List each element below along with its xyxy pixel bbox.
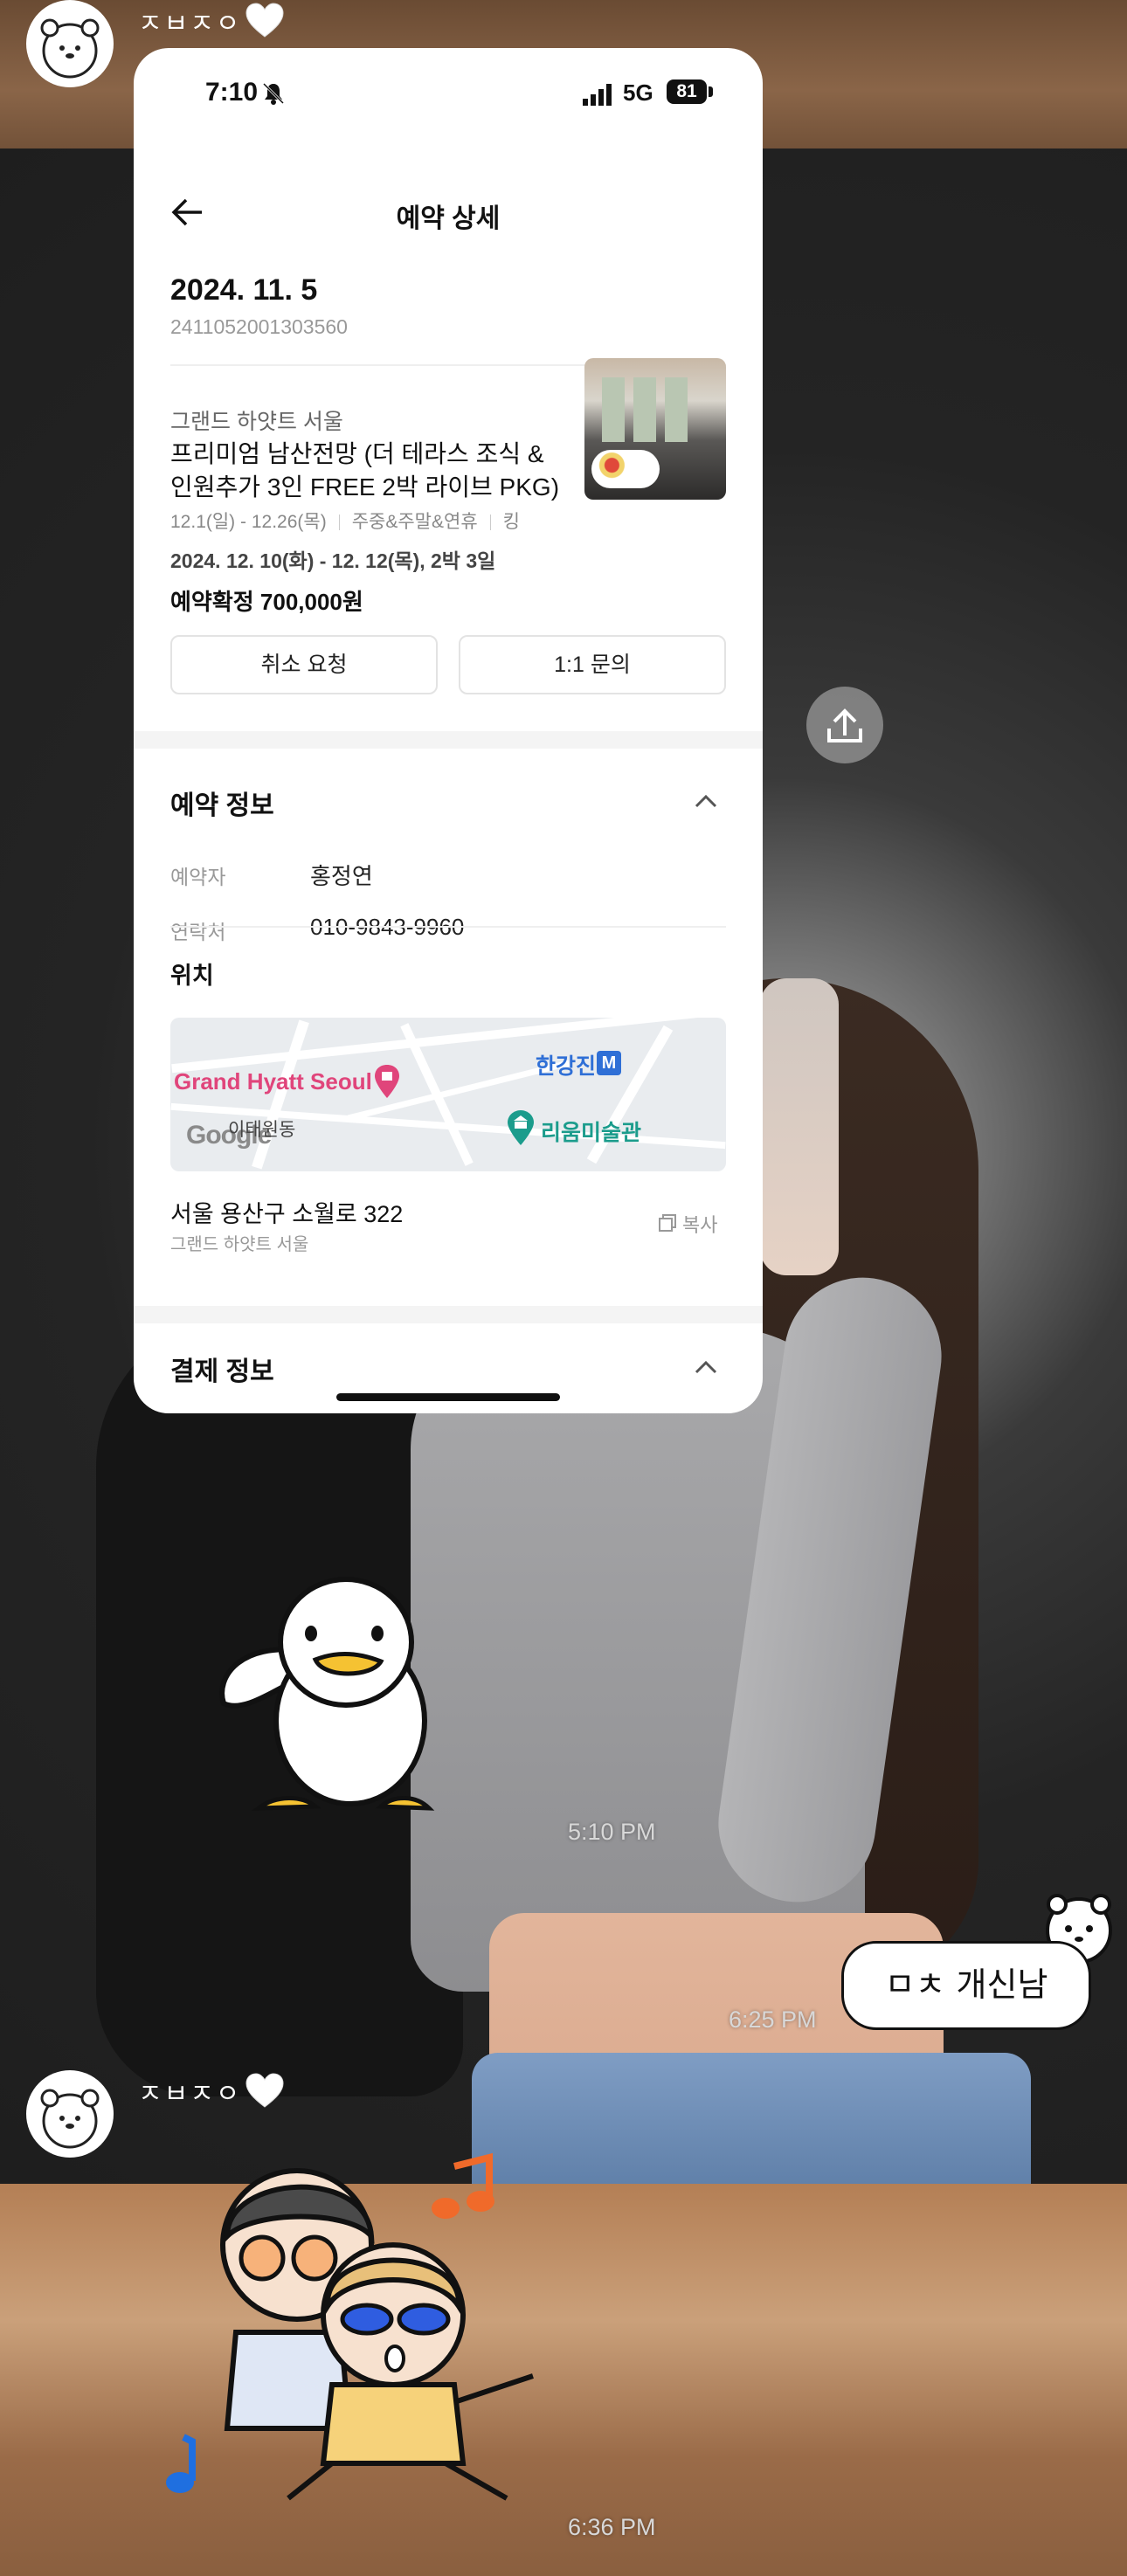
order-number: 2411052001303560 bbox=[170, 315, 348, 338]
battery-tip bbox=[709, 86, 713, 97]
section-gap bbox=[134, 1306, 763, 1323]
location-title: 위치 bbox=[170, 963, 214, 989]
home-indicator bbox=[336, 1393, 560, 1401]
contact-label: 연락처 bbox=[170, 921, 226, 943]
package-meta: 12.1(일) - 12.26(목) 주중&주말&연휴 킹 bbox=[170, 508, 520, 534]
map-museum-label: 리움미술관 bbox=[541, 1121, 642, 1145]
message-time: 6:25 PM bbox=[729, 2006, 817, 2033]
share-icon bbox=[827, 708, 862, 742]
bear-avatar-icon bbox=[40, 2089, 100, 2149]
divider bbox=[170, 926, 726, 928]
location-map[interactable]: Grand Hyatt Seoul 한강진 M 리움미술관 Google 이태원… bbox=[170, 1018, 726, 1171]
room-type: 킹 bbox=[502, 512, 520, 532]
booker-label: 예약자 bbox=[170, 866, 226, 888]
cancel-request-button[interactable]: 취소 요청 bbox=[170, 635, 438, 694]
nav-bar: 예약 상세 bbox=[134, 179, 763, 249]
chevron-up-icon[interactable] bbox=[693, 1358, 719, 1376]
page-title: 예약 상세 bbox=[396, 204, 501, 233]
duck-sticker[interactable] bbox=[206, 1572, 460, 1826]
copy-button[interactable]: 복사 bbox=[682, 1210, 717, 1238]
share-button[interactable] bbox=[806, 687, 883, 763]
hotel-name: 그랜드 하얏트 서울 bbox=[170, 410, 343, 434]
hotel-address-sub: 그랜드 하얏트 서울 bbox=[170, 1235, 309, 1254]
metro-badge-icon: M bbox=[597, 1051, 621, 1075]
section-gap bbox=[134, 731, 763, 749]
sale-period: 12.1(일) - 12.26(목) bbox=[170, 512, 327, 532]
hotel-thumbnail[interactable] bbox=[584, 358, 726, 500]
hotel-address: 서울 용산구 소월로 322 bbox=[170, 1201, 404, 1227]
map-district-label: 이태원동 bbox=[228, 1120, 296, 1140]
signal-icon bbox=[583, 84, 612, 106]
white-heart-icon bbox=[245, 3, 284, 38]
network-type: 5G bbox=[623, 79, 653, 106]
white-heart-icon bbox=[245, 2073, 284, 2108]
sender-avatar[interactable] bbox=[26, 0, 114, 87]
photo-phone-hand bbox=[760, 978, 839, 1275]
booking-info-title: 예약 정보 bbox=[170, 791, 274, 820]
map-pin-icon bbox=[375, 1065, 399, 1098]
sender-name: ㅈㅂㅈㅇ bbox=[138, 9, 242, 39]
message-time: 6:36 PM bbox=[568, 2514, 656, 2540]
booking-date: 2024. 11. 5 bbox=[170, 273, 318, 307]
sender-avatar[interactable] bbox=[26, 2070, 114, 2158]
sender-name: ㅈㅂㅈㅇ bbox=[138, 2079, 242, 2110]
bear-avatar-icon bbox=[40, 18, 100, 79]
dancing-couple-sticker[interactable] bbox=[157, 2140, 559, 2507]
shared-image-screenshot[interactable]: 7:10 5G 81 예약 상세 2024. 11. 5 24110520013… bbox=[134, 48, 763, 1413]
sticker-text-bubble[interactable]: ㅁㅊ 개신남 bbox=[841, 1941, 1091, 2030]
status-clock: 7:10 bbox=[205, 78, 259, 107]
battery-level: 81 bbox=[667, 79, 707, 104]
museum-pin-icon bbox=[508, 1110, 534, 1145]
status-bar: 7:10 5G 81 bbox=[134, 48, 763, 144]
map-hotel-label: Grand Hyatt Seoul bbox=[174, 1068, 372, 1095]
payment-info-title: 결제 정보 bbox=[170, 1357, 274, 1386]
copy-icon[interactable] bbox=[658, 1213, 677, 1233]
day-type: 주중&주말&연휴 bbox=[351, 512, 478, 532]
status-price: 예약확정 700,000원 bbox=[170, 589, 363, 615]
chevron-up-icon[interactable] bbox=[693, 792, 719, 810]
bell-muted-icon bbox=[262, 82, 285, 105]
booker-value: 홍정연 bbox=[310, 863, 373, 889]
package-name: 프리미엄 남산전망 (더 테라스 조식 & 인원추가 3인 FREE 2박 라이… bbox=[170, 440, 560, 501]
map-station-label: 한강진 bbox=[536, 1054, 597, 1079]
message-time: 5:10 PM bbox=[568, 1819, 656, 1845]
inquiry-button[interactable]: 1:1 문의 bbox=[459, 635, 726, 694]
stay-dates: 2024. 12. 10(화) - 12. 12(목), 2박 3일 bbox=[170, 549, 496, 572]
